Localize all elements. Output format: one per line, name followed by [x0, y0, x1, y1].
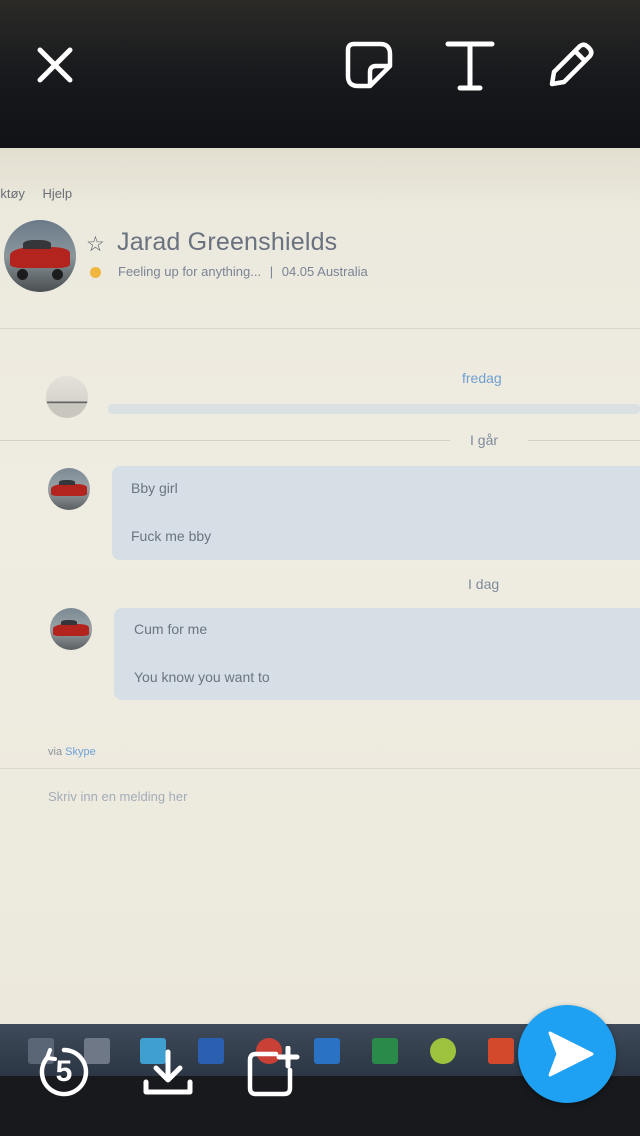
car-wheel	[16, 268, 29, 281]
day-separator	[0, 440, 450, 441]
favorite-star-icon[interactable]: ☆	[86, 232, 105, 257]
sticker-icon[interactable]	[344, 40, 394, 90]
status-away-icon	[90, 267, 101, 278]
car-picture	[51, 479, 87, 496]
car-picture	[53, 619, 89, 636]
outlook-icon[interactable]	[314, 1038, 340, 1064]
sender-avatar[interactable]	[46, 376, 88, 418]
via-prefix: via	[48, 746, 63, 758]
contact-avatar[interactable]	[4, 220, 76, 292]
contact-name: Jarad Greenshields	[117, 228, 338, 256]
powerpoint-icon[interactable]	[488, 1038, 514, 1064]
add-story-icon[interactable]	[246, 1046, 300, 1098]
message-group	[112, 466, 640, 560]
chat-message: You know you want to	[134, 669, 270, 685]
chat-message: Cum for me	[134, 621, 208, 637]
via-service-link[interactable]: Skype	[65, 746, 96, 758]
header-divider	[0, 328, 640, 329]
word-icon[interactable]	[198, 1038, 224, 1064]
menu-bar: rktøy Hjelp	[0, 186, 86, 201]
local-time-location: 04.05 Australia	[281, 264, 368, 279]
send-arrow-icon	[548, 1031, 594, 1077]
timer-icon[interactable]: 5	[38, 1046, 90, 1098]
chat-screen: rktøy Hjelp ☆ Jarad Greenshields Feeling…	[0, 148, 640, 1028]
status-separator: |	[269, 264, 274, 279]
pencil-icon[interactable]	[544, 40, 596, 92]
app-ball-icon[interactable]	[430, 1038, 456, 1064]
mood-message: Feeling up for anything...	[118, 264, 262, 279]
timer-value: 5	[55, 1055, 73, 1088]
via-service-label: via Skype	[48, 746, 96, 758]
chat-message: Bby girl	[131, 480, 178, 496]
message-input[interactable]: Skriv inn en melding her	[48, 789, 187, 804]
menu-item-help[interactable]: Hjelp	[43, 186, 73, 201]
day-label-yesterday: I går	[470, 432, 499, 448]
input-divider	[0, 768, 640, 769]
day-separator	[528, 440, 640, 441]
message-bubble-blurred	[108, 404, 640, 414]
car-picture	[9, 239, 71, 268]
contact-status-line: Feeling up for anything... | 04.05 Austr…	[118, 264, 368, 279]
day-label-today: I dag	[468, 576, 500, 592]
day-label-friday: fredag	[462, 370, 502, 386]
chat-message: Fuck me bby	[131, 528, 212, 544]
text-icon[interactable]	[444, 40, 496, 92]
sender-avatar[interactable]	[50, 608, 92, 650]
car-wheel	[51, 268, 64, 281]
send-button[interactable]	[518, 1005, 616, 1103]
sender-avatar[interactable]	[48, 468, 90, 510]
download-icon[interactable]	[142, 1048, 194, 1098]
close-icon[interactable]	[34, 44, 76, 86]
menu-item-tools[interactable]: rktøy	[0, 186, 25, 201]
excel-icon[interactable]	[372, 1038, 398, 1064]
